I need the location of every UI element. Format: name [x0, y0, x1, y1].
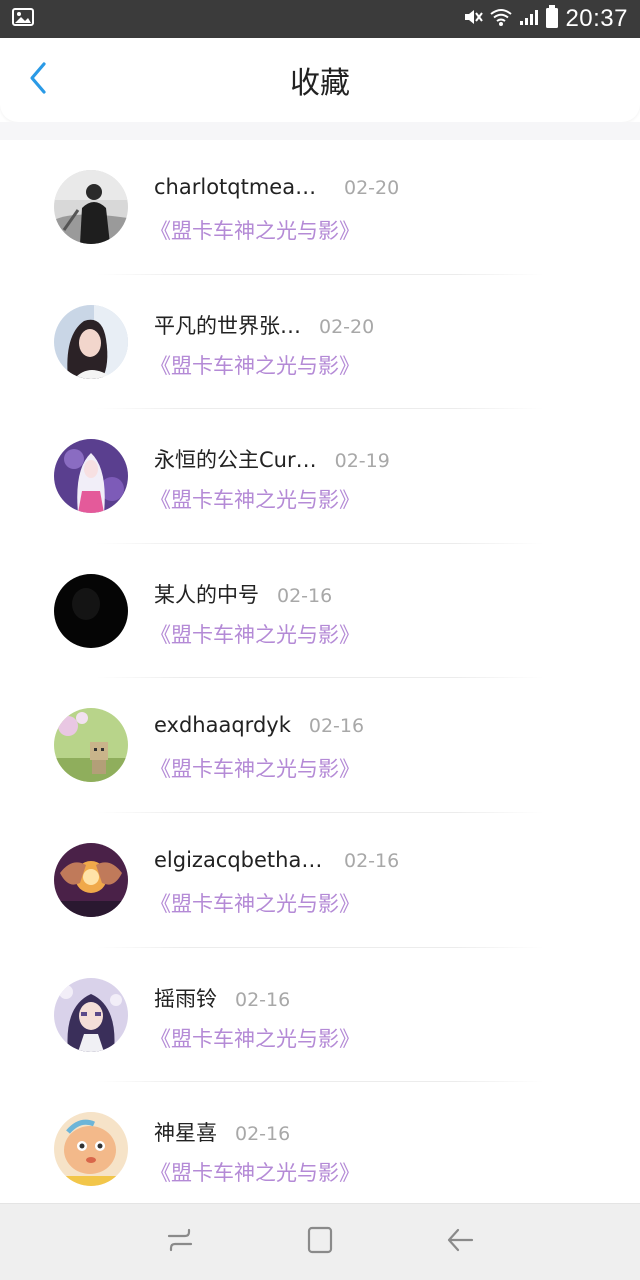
- recent-apps-icon: [165, 1225, 195, 1259]
- list-item[interactable]: exdhaaqrdyk 02-16 《盟卡车神之光与影》: [0, 678, 640, 813]
- home-icon: [305, 1225, 335, 1259]
- date-label: 02-20: [344, 177, 400, 199]
- favorites-list: charlotqtmeaol… 02-20 《盟卡车神之光与影》 平凡的世界张……: [0, 140, 640, 1217]
- recent-apps-button[interactable]: [150, 1212, 210, 1272]
- book-title[interactable]: 《盟卡车神之光与影》: [150, 1157, 574, 1187]
- user-name: exdhaaqrdyk: [154, 713, 291, 738]
- date-label: 02-16: [235, 1123, 291, 1146]
- list-item[interactable]: 平凡的世界张… 02-20 《盟卡车神之光与影》: [0, 275, 640, 410]
- nav-back-button[interactable]: [430, 1212, 490, 1272]
- book-title[interactable]: 《盟卡车神之光与影》: [150, 350, 574, 380]
- book-title[interactable]: 《盟卡车神之光与影》: [150, 215, 574, 245]
- avatar[interactable]: [54, 304, 128, 379]
- list-item[interactable]: charlotqtmeaol… 02-20 《盟卡车神之光与影》: [0, 140, 640, 275]
- back-icon: [445, 1225, 475, 1259]
- nav-bar: [0, 1203, 640, 1280]
- user-name: 某人的中号: [154, 582, 259, 607]
- book-title[interactable]: 《盟卡车神之光与影》: [150, 484, 574, 514]
- book-title[interactable]: 《盟卡车神之光与影》: [150, 888, 574, 918]
- header-gap: [0, 122, 640, 140]
- book-title[interactable]: 《盟卡车神之光与影》: [150, 753, 574, 783]
- user-name: 平凡的世界张…: [154, 313, 301, 338]
- battery-icon: [545, 5, 559, 33]
- date-label: 02-16: [277, 584, 333, 607]
- avatar[interactable]: [54, 842, 128, 917]
- list-item[interactable]: 某人的中号 02-16 《盟卡车神之光与影》: [0, 544, 640, 679]
- date-label: 02-20: [319, 315, 375, 338]
- avatar[interactable]: [54, 573, 128, 648]
- back-button[interactable]: [18, 60, 58, 100]
- avatar[interactable]: [54, 977, 128, 1052]
- date-label: 02-16: [344, 849, 400, 872]
- date-label: 02-19: [334, 450, 390, 473]
- date-label: 02-16: [235, 988, 291, 1011]
- avatar[interactable]: [54, 1112, 128, 1187]
- book-title[interactable]: 《盟卡车神之光与影》: [150, 619, 574, 649]
- status-time: 20:37: [565, 5, 628, 32]
- date-label: 02-16: [308, 715, 365, 738]
- avatar[interactable]: [54, 708, 128, 783]
- status-bar: 20:37: [0, 0, 640, 38]
- list-item[interactable]: 永恒的公主Cur… 02-19 《盟卡车神之光与影》: [0, 409, 640, 544]
- list-item[interactable]: 摇雨铃 02-16 《盟卡车神之光与影》: [0, 948, 640, 1083]
- book-title[interactable]: 《盟卡车神之光与影》: [150, 1023, 574, 1053]
- user-name: elgizacqbethan…: [154, 847, 326, 872]
- list-item[interactable]: 神星喜 02-16 《盟卡车神之光与影》: [0, 1082, 640, 1217]
- user-name: 摇雨铃: [154, 986, 217, 1011]
- user-name: 神星喜: [154, 1121, 217, 1146]
- image-icon: [12, 8, 34, 30]
- avatar[interactable]: [54, 170, 128, 244]
- signal-icon: [519, 8, 539, 30]
- screen: 20:37 收藏 charlotqtmeaol… 02-20 《盟卡车神之光与影…: [0, 0, 640, 1280]
- user-name: 永恒的公主Cur…: [154, 448, 317, 473]
- list-item[interactable]: elgizacqbethan… 02-16 《盟卡车神之光与影》: [0, 813, 640, 948]
- wifi-icon: [489, 7, 513, 31]
- avatar[interactable]: [54, 439, 128, 514]
- chevron-left-icon: [27, 61, 49, 99]
- header: 收藏: [0, 38, 640, 122]
- mute-icon: [463, 7, 484, 31]
- page-title: 收藏: [290, 66, 350, 101]
- home-button[interactable]: [290, 1212, 350, 1272]
- user-name: charlotqtmeaol…: [154, 175, 326, 199]
